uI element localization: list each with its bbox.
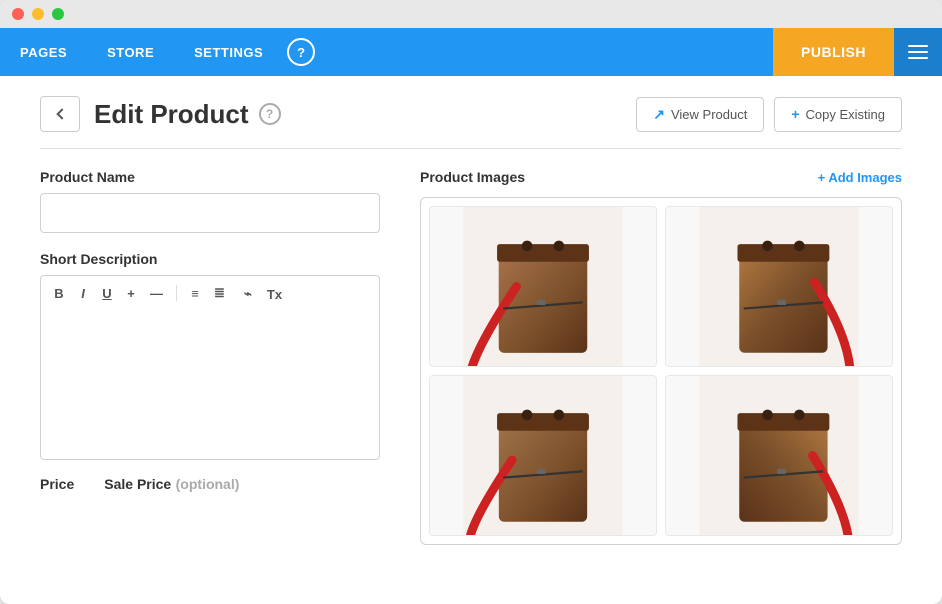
product-images-label: Product Images	[420, 169, 525, 185]
minus-button[interactable]: —	[145, 284, 168, 303]
bold-button[interactable]: B	[49, 284, 69, 303]
back-arrow-icon	[56, 108, 67, 119]
product-image-2[interactable]	[665, 206, 893, 367]
header-divider	[40, 148, 902, 149]
maximize-dot[interactable]	[52, 8, 64, 20]
back-button[interactable]	[40, 96, 80, 132]
hamburger-line-1	[908, 45, 928, 47]
product-name-input[interactable]	[40, 193, 380, 233]
add-images-button[interactable]: + Add Images	[818, 170, 902, 185]
page-title: Edit Product	[94, 99, 249, 130]
price-row: Price Sale Price (optional)	[40, 476, 380, 494]
list-ul-button[interactable]: ≡	[185, 284, 205, 303]
hamburger-menu[interactable]	[894, 28, 942, 76]
product-name-label: Product Name	[40, 169, 380, 185]
sale-price-label: Sale Price	[104, 476, 171, 492]
images-column: Product Images + Add Images	[420, 169, 902, 557]
page-header: Edit Product ? ↗ View Product + Copy Exi…	[40, 96, 902, 132]
product-images-grid	[420, 197, 902, 545]
italic-button[interactable]: I	[73, 284, 93, 303]
title-bar	[0, 0, 942, 28]
product-image-3[interactable]	[429, 375, 657, 536]
close-dot[interactable]	[12, 8, 24, 20]
product-image-4[interactable]	[665, 375, 893, 536]
view-product-icon: ↗	[653, 106, 665, 123]
publish-button[interactable]: PUBLISH	[773, 28, 894, 76]
list-ol-button[interactable]: ≣	[209, 283, 230, 303]
view-product-button[interactable]: ↗ View Product	[636, 97, 764, 132]
link-button[interactable]: ⌁	[238, 284, 258, 304]
editor-toolbar: B I U + — ≡ ≣ ⌁ Tx	[40, 275, 380, 310]
nav-pages[interactable]: PAGES	[0, 28, 87, 76]
nav-store[interactable]: STORE	[87, 28, 174, 76]
minimize-dot[interactable]	[32, 8, 44, 20]
page-help-button[interactable]: ?	[259, 103, 281, 125]
underline-button[interactable]: U	[97, 284, 117, 303]
plus-button[interactable]: +	[121, 284, 141, 303]
sale-price-optional: (optional)	[176, 476, 240, 492]
clear-format-button[interactable]: Tx	[262, 285, 287, 304]
price-label: Price	[40, 476, 74, 494]
nav-settings[interactable]: SETTINGS	[174, 28, 283, 76]
form-left-column: Product Name Short Description B I U + —…	[40, 169, 380, 557]
form-layout: Product Name Short Description B I U + —…	[40, 169, 902, 557]
copy-existing-button[interactable]: + Copy Existing	[774, 97, 902, 132]
app-window: PAGES STORE SETTINGS ? PUBLISH Edit Prod…	[0, 0, 942, 604]
toolbar-separator	[176, 285, 177, 301]
product-image-1[interactable]	[429, 206, 657, 367]
hamburger-line-3	[908, 57, 928, 59]
main-content: Edit Product ? ↗ View Product + Copy Exi…	[0, 76, 942, 604]
short-description-label: Short Description	[40, 251, 380, 267]
images-header: Product Images + Add Images	[420, 169, 902, 185]
navbar: PAGES STORE SETTINGS ? PUBLISH	[0, 28, 942, 76]
copy-existing-icon: +	[791, 106, 799, 122]
header-actions: ↗ View Product + Copy Existing	[636, 97, 902, 132]
nav-help-button[interactable]: ?	[287, 38, 315, 66]
short-description-textarea[interactable]	[40, 310, 380, 460]
hamburger-line-2	[908, 51, 928, 53]
